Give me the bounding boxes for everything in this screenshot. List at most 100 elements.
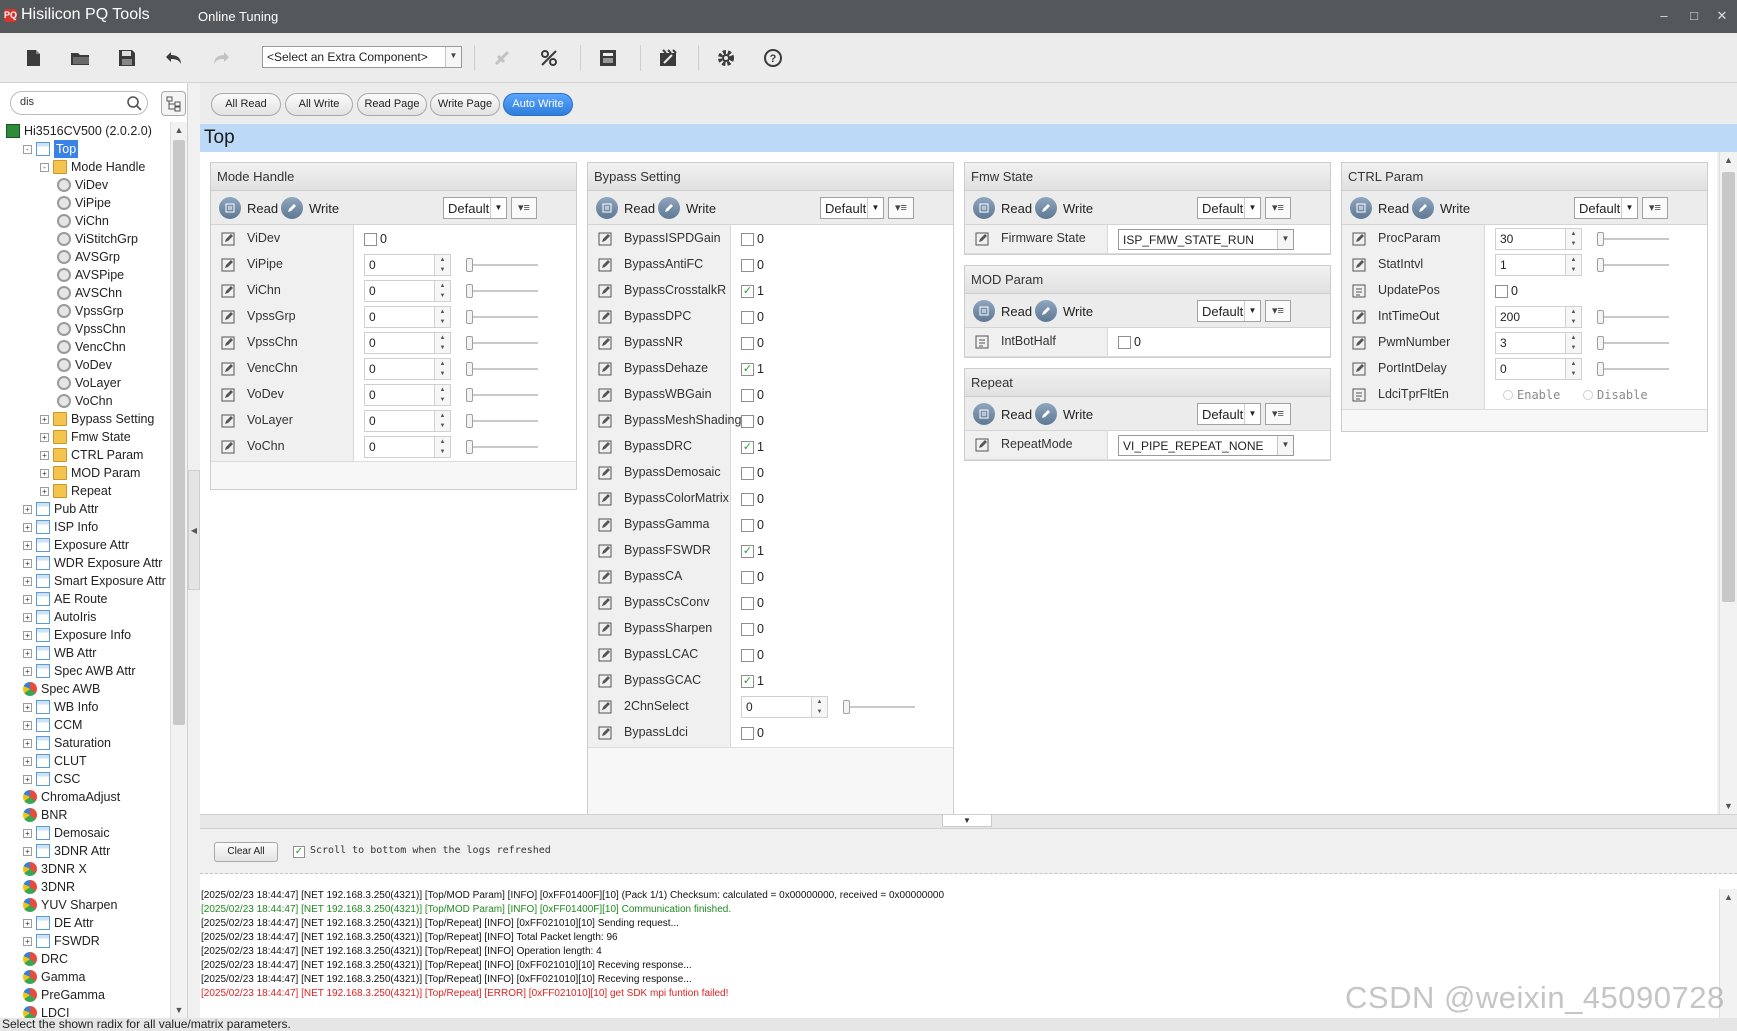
edit-icon[interactable] — [598, 258, 612, 272]
spin-arrows-icon[interactable]: ▲ ▼ — [434, 385, 450, 405]
scroll-to-bottom-checkbox[interactable]: ✓ — [293, 846, 305, 858]
group-menu-button[interactable]: ▾≡ — [511, 197, 537, 219]
slider-handle[interactable] — [466, 362, 473, 376]
save-page-icon[interactable] — [594, 44, 622, 72]
tree-item-saturation[interactable]: + Saturation — [23, 734, 111, 752]
param-spinbox[interactable]: 0 ▲ ▼ — [364, 280, 451, 302]
edit-icon[interactable] — [221, 440, 235, 454]
tree-item-ldci[interactable]: LDCI — [23, 1004, 69, 1018]
param-slider[interactable] — [1597, 258, 1669, 272]
tree-item-hi3516cv500-2-0-2-0[interactable]: Hi3516CV500 (2.0.2.0) — [6, 122, 152, 140]
tree-item-3dnr-attr[interactable]: +3DNR Attr — [23, 842, 110, 860]
expand-icon[interactable]: + — [40, 468, 49, 478]
param-slider[interactable] — [1597, 310, 1669, 324]
write-button[interactable]: Write — [1035, 300, 1093, 322]
param-spinbox[interactable]: 30 ▲ ▼ — [1495, 228, 1582, 250]
expand-icon[interactable]: + — [40, 414, 49, 424]
slider-handle[interactable] — [1597, 232, 1604, 246]
default-select[interactable]: Default ▼ — [1574, 197, 1638, 219]
edit-icon[interactable] — [598, 414, 612, 428]
tree-item-ctrl-param[interactable]: + CTRL Param — [40, 446, 143, 464]
spin-arrows-icon[interactable]: ▲ ▼ — [1565, 255, 1581, 275]
default-select[interactable]: Default ▼ — [1197, 403, 1261, 425]
param-checkbox[interactable] — [741, 233, 754, 246]
undo-icon[interactable] — [160, 44, 188, 72]
param-slider[interactable] — [1597, 362, 1669, 376]
param-spinbox[interactable]: 0 ▲ ▼ — [364, 436, 451, 458]
param-checkbox[interactable] — [741, 259, 754, 272]
read-button[interactable]: Read — [973, 403, 1032, 425]
slider-handle[interactable] — [1597, 362, 1604, 376]
edit-icon[interactable] — [598, 674, 612, 688]
expand-icon[interactable]: + — [23, 756, 32, 766]
param-checkbox[interactable] — [1495, 285, 1508, 298]
tree-item-fmw-state[interactable]: + Fmw State — [40, 428, 131, 446]
expand-icon[interactable]: + — [23, 666, 32, 676]
tree-item-wb-attr[interactable]: + WB Attr — [23, 644, 96, 662]
param-slider[interactable] — [466, 310, 538, 324]
tree-item-bnr[interactable]: BNR — [23, 806, 67, 824]
param-checkbox[interactable] — [741, 597, 754, 610]
clear-all-button[interactable]: Clear All — [214, 842, 278, 862]
write-button[interactable]: Write — [1035, 197, 1093, 219]
edit-icon[interactable] — [221, 310, 235, 324]
edit-icon[interactable] — [221, 388, 235, 402]
param-checkbox[interactable]: ✓ — [741, 441, 754, 454]
spin-arrows-icon[interactable]: ▲ ▼ — [1565, 359, 1581, 379]
param-slider[interactable] — [466, 414, 538, 428]
param-checkbox[interactable] — [741, 571, 754, 584]
spin-arrows-icon[interactable]: ▲ ▼ — [434, 437, 450, 457]
slider-handle[interactable] — [1597, 336, 1604, 350]
param-slider[interactable] — [466, 440, 538, 454]
write-button[interactable]: Write — [1412, 197, 1470, 219]
spin-arrows-icon[interactable]: ▲ ▼ — [434, 255, 450, 275]
expand-icon[interactable]: + — [23, 846, 32, 856]
slider-handle[interactable] — [1597, 258, 1604, 272]
expand-icon[interactable]: + — [23, 738, 32, 748]
tree-item-ae-route[interactable]: + AE Route — [23, 590, 108, 608]
expand-icon[interactable]: + — [23, 594, 32, 604]
edit-icon[interactable] — [598, 648, 612, 662]
edit-icon[interactable] — [975, 438, 989, 452]
read-button[interactable]: Read — [1350, 197, 1409, 219]
slider-handle[interactable] — [466, 310, 473, 324]
param-slider[interactable] — [1597, 232, 1669, 246]
tree-item-clut[interactable]: + CLUT — [23, 752, 87, 770]
tree-item-drc[interactable]: DRC — [23, 950, 68, 968]
sidebar-scrollbar[interactable]: ▲ ▼ — [170, 122, 187, 1018]
expand-icon[interactable]: + — [23, 522, 32, 532]
minimize-icon[interactable]: – — [1656, 8, 1672, 23]
param-spinbox[interactable]: 0 ▲ ▼ — [741, 696, 828, 718]
tree-item-demosaic[interactable]: + Demosaic — [23, 824, 110, 842]
tree-item-volayer[interactable]: VoLayer — [57, 374, 121, 392]
save-icon[interactable] — [113, 44, 141, 72]
scroll-up-icon[interactable]: ▲ — [171, 122, 187, 138]
edit-icon[interactable] — [598, 596, 612, 610]
param-checkbox[interactable] — [364, 233, 377, 246]
close-icon[interactable]: ✕ — [1714, 8, 1730, 24]
param-checkbox[interactable] — [741, 727, 754, 740]
tree-item-avschn[interactable]: AVSChn — [57, 284, 122, 302]
spin-arrows-icon[interactable]: ▲ ▼ — [1565, 333, 1581, 353]
param-checkbox[interactable]: ✓ — [741, 545, 754, 558]
read-button[interactable]: Read — [219, 197, 278, 219]
spin-arrows-icon[interactable]: ▲ ▼ — [434, 411, 450, 431]
param-select[interactable]: ISP_FMW_STATE_RUN ▼ — [1118, 229, 1294, 250]
tree-item-mode-handle[interactable]: - Mode Handle — [40, 158, 145, 176]
edit-icon[interactable] — [221, 362, 235, 376]
edit-icon[interactable] — [221, 232, 235, 246]
edit-icon[interactable] — [221, 284, 235, 298]
param-select[interactable]: VI_PIPE_REPEAT_NONE ▼ — [1118, 435, 1294, 456]
read-button[interactable]: Read — [973, 197, 1032, 219]
log-splitter[interactable]: ▼ — [200, 814, 1737, 828]
slider-handle[interactable] — [466, 388, 473, 402]
param-spinbox[interactable]: 0 ▲ ▼ — [1495, 358, 1582, 380]
edit-icon[interactable] — [221, 414, 235, 428]
param-checkbox[interactable] — [741, 649, 754, 662]
edit-icon[interactable] — [598, 362, 612, 376]
param-checkbox[interactable] — [741, 519, 754, 532]
content-scrollbar[interactable]: ▲ ▼ — [1719, 152, 1737, 814]
param-slider[interactable] — [1597, 336, 1669, 350]
tree-item-avsgrp[interactable]: AVSGrp — [57, 248, 120, 266]
detail-icon[interactable] — [1352, 284, 1366, 298]
